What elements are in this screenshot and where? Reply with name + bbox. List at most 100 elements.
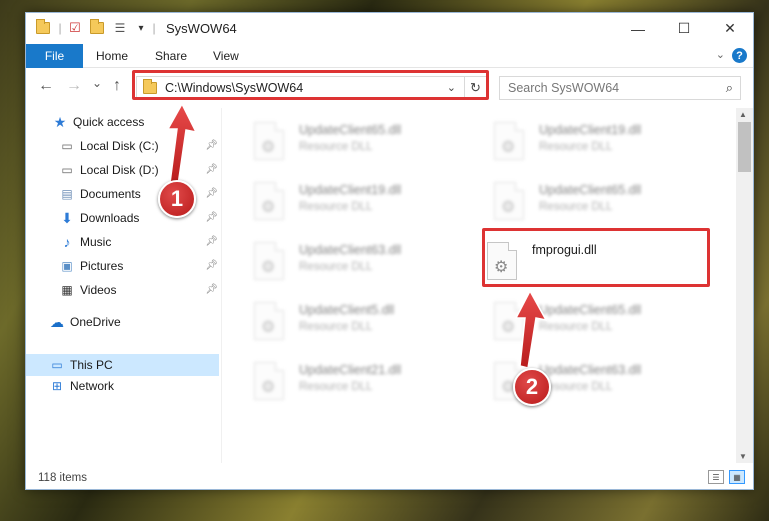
sidebar-item-local-disk-c[interactable]: ▭ Local Disk (C:) 📌︎ xyxy=(26,135,222,157)
file-type: Resource DLL xyxy=(299,261,373,273)
sidebar-item-label: This PC xyxy=(70,358,113,372)
sidebar-item-videos[interactable]: ▦ Videos 📌︎ xyxy=(26,279,222,301)
file-type: Resource DLL xyxy=(299,141,373,153)
window-title: SysWOW64 xyxy=(166,21,237,36)
navigation-pane: ★ Quick access ▭ Local Disk (C:) 📌︎ ▭ Lo… xyxy=(26,108,222,463)
folder-icon[interactable] xyxy=(34,19,52,37)
pin-icon: 📌︎ xyxy=(205,260,218,271)
file-item[interactable]: ⚙ UpdateClient19.dll Resource DLL xyxy=(481,116,711,166)
ribbon-tabs: File Home Share View ⌄ ? xyxy=(26,44,753,68)
sidebar-item-label: Pictures xyxy=(80,259,124,273)
download-icon: ⬇ xyxy=(61,209,73,226)
sidebar-item-label: Local Disk (C:) xyxy=(80,139,159,153)
tab-file[interactable]: File xyxy=(26,44,83,68)
properties-icon[interactable]: ☑ xyxy=(66,19,84,37)
sidebar-item-network[interactable]: ⊞ Network xyxy=(26,375,222,397)
file-item[interactable]: ⚙ UpdateClient65.dll Resource DLL xyxy=(241,116,471,166)
videos-icon: ▦ xyxy=(61,283,73,297)
tab-share[interactable]: Share xyxy=(155,49,187,63)
dll-file-icon: ⚙ xyxy=(254,302,284,340)
sidebar-item-onedrive[interactable]: ☁ OneDrive xyxy=(26,311,222,333)
file-item[interactable]: ⚙ UpdateClient5.dll Resource DLL xyxy=(241,296,471,346)
sidebar-item-music[interactable]: ♪ Music 📌︎ xyxy=(26,231,222,253)
forward-button[interactable]: → xyxy=(66,77,82,95)
sidebar-item-local-disk-d[interactable]: ▭ Local Disk (D:) 📌︎ xyxy=(26,159,222,181)
file-item[interactable]: ⚙ UpdateClient21.dll Resource DLL xyxy=(241,356,471,406)
file-highlight xyxy=(482,228,710,287)
file-item[interactable]: ⚙ UpdateClient65.dll Resource DLL xyxy=(481,176,711,226)
music-icon: ♪ xyxy=(63,234,71,250)
gear-icon: ⚙ xyxy=(261,139,276,156)
file-name: UpdateClient5.dll xyxy=(299,303,395,317)
title-bar: | ☑ ☰ ▾ | SysWOW64 — ☐ ✕ xyxy=(26,13,753,44)
search-input[interactable]: Search SysWOW64 ⌕ xyxy=(499,76,741,100)
dll-file-icon: ⚙ xyxy=(494,302,524,340)
pin-icon: 📌︎ xyxy=(205,164,218,175)
file-type: Resource DLL xyxy=(299,381,373,393)
maximize-button[interactable]: ☐ xyxy=(661,13,707,44)
details-view-icon[interactable]: ☰ xyxy=(708,470,724,484)
search-icon[interactable]: ⌕ xyxy=(726,80,733,96)
cloud-icon: ☁ xyxy=(50,313,64,330)
large-icons-view-icon[interactable]: ▦ xyxy=(729,470,745,484)
help-icon[interactable]: ? xyxy=(732,48,747,63)
file-name: UpdateClient65.dll xyxy=(539,183,642,197)
pin-icon: 📌︎ xyxy=(205,140,218,151)
customize-qa-icon[interactable]: ☰ xyxy=(110,19,130,37)
sidebar-item-label: Documents xyxy=(80,187,141,201)
new-folder-icon[interactable] xyxy=(88,19,106,37)
recent-locations-button[interactable]: ⌄ xyxy=(92,76,102,90)
sidebar-item-pictures[interactable]: ▣ Pictures 📌︎ xyxy=(26,255,222,277)
pictures-icon: ▣ xyxy=(61,259,73,273)
dll-file-icon: ⚙ xyxy=(254,362,284,400)
dll-file-icon: ⚙ xyxy=(254,182,284,220)
qa-dropdown-icon[interactable]: ▾ xyxy=(134,19,148,37)
gear-icon: ⚙ xyxy=(261,379,276,396)
file-item[interactable]: ⚙ UpdateClient63.dll Resource DLL xyxy=(241,236,471,286)
up-button[interactable]: ↑ xyxy=(113,77,121,95)
sidebar-item-label: Videos xyxy=(80,283,117,297)
file-type: Resource DLL xyxy=(539,201,613,213)
gear-icon: ⚙ xyxy=(261,199,276,216)
back-button[interactable]: ← xyxy=(38,77,54,95)
scroll-thumb[interactable] xyxy=(738,122,751,172)
file-item[interactable]: ⚙ UpdateClient65.dll Resource DLL xyxy=(481,296,711,346)
file-name: UpdateClient65.dll xyxy=(299,123,402,137)
step-badge-2: 2 xyxy=(513,368,551,406)
pin-icon: 📌︎ xyxy=(205,236,218,247)
dll-file-icon: ⚙ xyxy=(254,122,284,160)
dll-file-icon: ⚙ xyxy=(494,182,524,220)
sidebar-item-label: Local Disk (D:) xyxy=(80,163,159,177)
file-item[interactable]: ⚙ UpdateClient19.dll Resource DLL xyxy=(241,176,471,226)
separator: | xyxy=(152,21,156,35)
vertical-scrollbar[interactable]: ▲ ▼ xyxy=(736,108,753,463)
sidebar-item-this-pc[interactable]: ▭ This PC xyxy=(26,354,219,376)
scroll-up-icon[interactable]: ▲ xyxy=(739,110,747,119)
close-button[interactable]: ✕ xyxy=(707,13,753,44)
minimize-button[interactable]: — xyxy=(615,13,661,44)
tab-home[interactable]: Home xyxy=(96,49,128,63)
sidebar-item-label: Quick access xyxy=(73,115,145,129)
gear-icon: ⚙ xyxy=(261,319,276,336)
file-name: UpdateClient63.dll xyxy=(299,243,402,257)
file-type: Resource DLL xyxy=(299,321,373,333)
separator: | xyxy=(58,21,62,35)
sidebar-item-label: Music xyxy=(80,235,112,249)
file-name: UpdateClient19.dll xyxy=(299,183,402,197)
address-bar-highlight xyxy=(132,70,489,100)
file-name: UpdateClient21.dll xyxy=(299,363,402,377)
expand-ribbon-icon[interactable]: ⌄ xyxy=(716,48,725,61)
status-bar: 118 items ☰ ▦ xyxy=(26,467,753,489)
sidebar-item-label: Downloads xyxy=(80,211,140,225)
sidebar-item-quick-access[interactable]: ★ Quick access xyxy=(26,111,222,133)
item-count: 118 items xyxy=(38,472,88,484)
drive-icon: ▭ xyxy=(61,139,73,153)
file-name: UpdateClient19.dll xyxy=(539,123,642,137)
tab-view[interactable]: View xyxy=(213,49,239,63)
scroll-down-icon[interactable]: ▼ xyxy=(739,452,747,461)
sidebar-item-downloads[interactable]: ⬇ Downloads 📌︎ xyxy=(26,207,222,229)
file-type: Resource DLL xyxy=(299,201,373,213)
file-name: UpdateClient63.dll xyxy=(539,363,642,377)
gear-icon: ⚙ xyxy=(501,199,516,216)
drive-icon: ▭ xyxy=(61,163,73,177)
